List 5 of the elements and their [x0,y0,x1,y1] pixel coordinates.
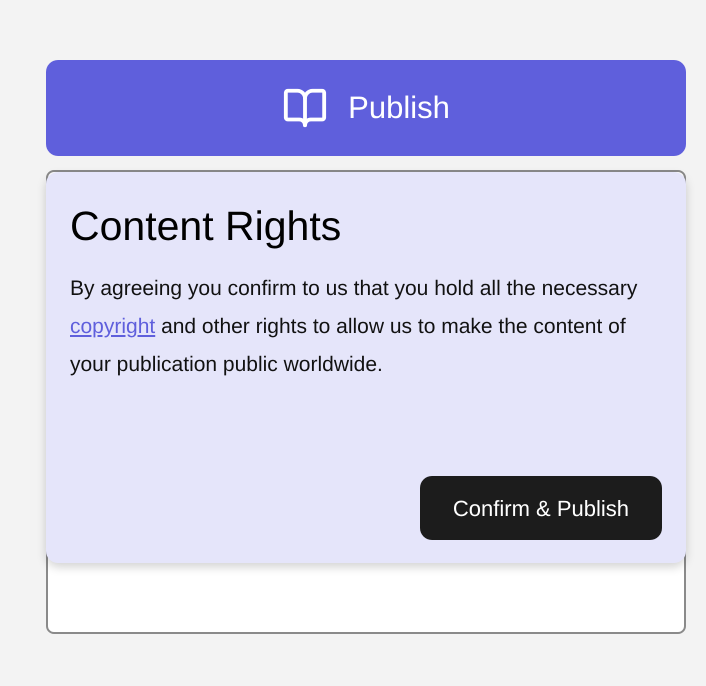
publish-button[interactable]: Publish [46,60,686,156]
rights-text: By agreeing you confirm to us that you hold all the necessary copyright and other rights to allow us to make the content of your publication public worldwide. [70,276,638,378]
confirm-publish-button[interactable]: Confirm & Publish [420,476,662,540]
copyright-link[interactable]: copyright [70,315,156,338]
popover-title: Content Rights [70,202,342,251]
